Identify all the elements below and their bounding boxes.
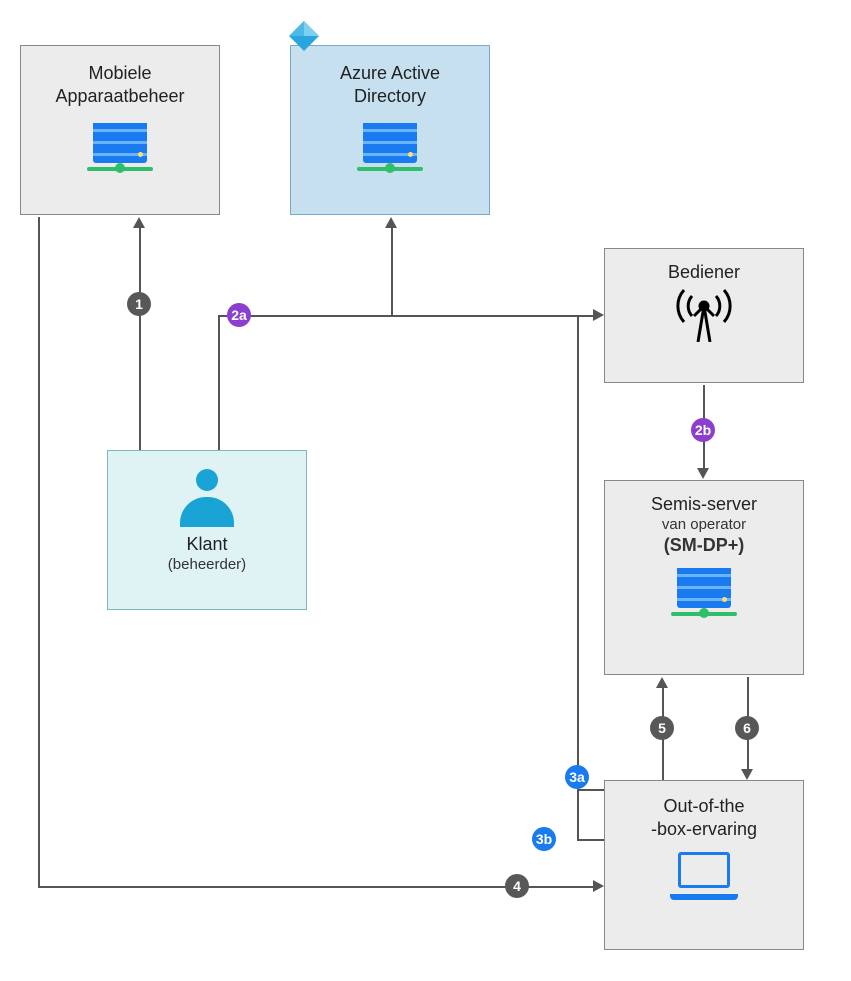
edge-3b-stub	[577, 839, 604, 841]
mdm-title-1: Mobiele	[21, 62, 219, 85]
node-oobe: Out-of-the -box-ervaring	[604, 780, 804, 950]
operator-title: Bediener	[605, 261, 803, 284]
customer-title: Klant	[108, 533, 306, 556]
edge-3a-stub	[577, 789, 604, 791]
arrow-icon	[656, 677, 668, 688]
aad-title-2: Directory	[291, 85, 489, 108]
badge-step-4: 4	[505, 874, 529, 898]
antenna-icon	[674, 286, 734, 342]
edge-1	[139, 227, 141, 450]
node-smdp: Semis-server van operator (SM-DP+)	[604, 480, 804, 675]
server-icon	[671, 568, 737, 620]
smdp-title-1: Semis-server	[605, 493, 803, 516]
node-aad: Azure Active Directory	[290, 45, 490, 215]
oobe-title-1: Out-of-the	[605, 795, 803, 818]
diagram-canvas: Mobiele Apparaatbeheer Azure Active Dire…	[0, 0, 851, 981]
arrow-icon	[741, 769, 753, 780]
oobe-title-2: -box-ervaring	[605, 818, 803, 841]
edge-4-v	[38, 217, 40, 887]
node-operator: Bediener	[604, 248, 804, 383]
badge-step-3b: 3b	[532, 827, 556, 851]
badge-step-5: 5	[650, 716, 674, 740]
smdp-title-2: van operator	[605, 516, 803, 533]
arrow-icon	[593, 309, 604, 321]
node-mdm: Mobiele Apparaatbeheer	[20, 45, 220, 215]
arrow-icon	[593, 880, 604, 892]
badge-step-6: 6	[735, 716, 759, 740]
badge-step-2b: 2b	[691, 418, 715, 442]
arrow-icon	[133, 217, 145, 228]
arrow-icon	[385, 217, 397, 228]
server-icon	[357, 123, 423, 175]
edge-2a-v	[218, 316, 220, 450]
edge-3-top-v	[391, 227, 393, 317]
node-customer: Klant (beheerder)	[107, 450, 307, 610]
aad-title-1: Azure Active	[291, 62, 489, 85]
user-icon	[180, 469, 234, 527]
edge-3-vertical	[577, 316, 579, 840]
customer-sub: (beheerder)	[108, 556, 306, 573]
smdp-title-3: (SM-DP+)	[605, 535, 803, 556]
azure-diamond-icon	[289, 21, 319, 51]
badge-step-1: 1	[127, 292, 151, 316]
server-icon	[87, 123, 153, 175]
badge-step-2a: 2a	[227, 303, 251, 327]
mdm-title-2: Apparaatbeheer	[21, 85, 219, 108]
laptop-icon	[670, 852, 738, 900]
arrow-icon	[697, 468, 709, 479]
edge-3-top-h	[392, 315, 579, 317]
badge-step-3a: 3a	[565, 765, 589, 789]
